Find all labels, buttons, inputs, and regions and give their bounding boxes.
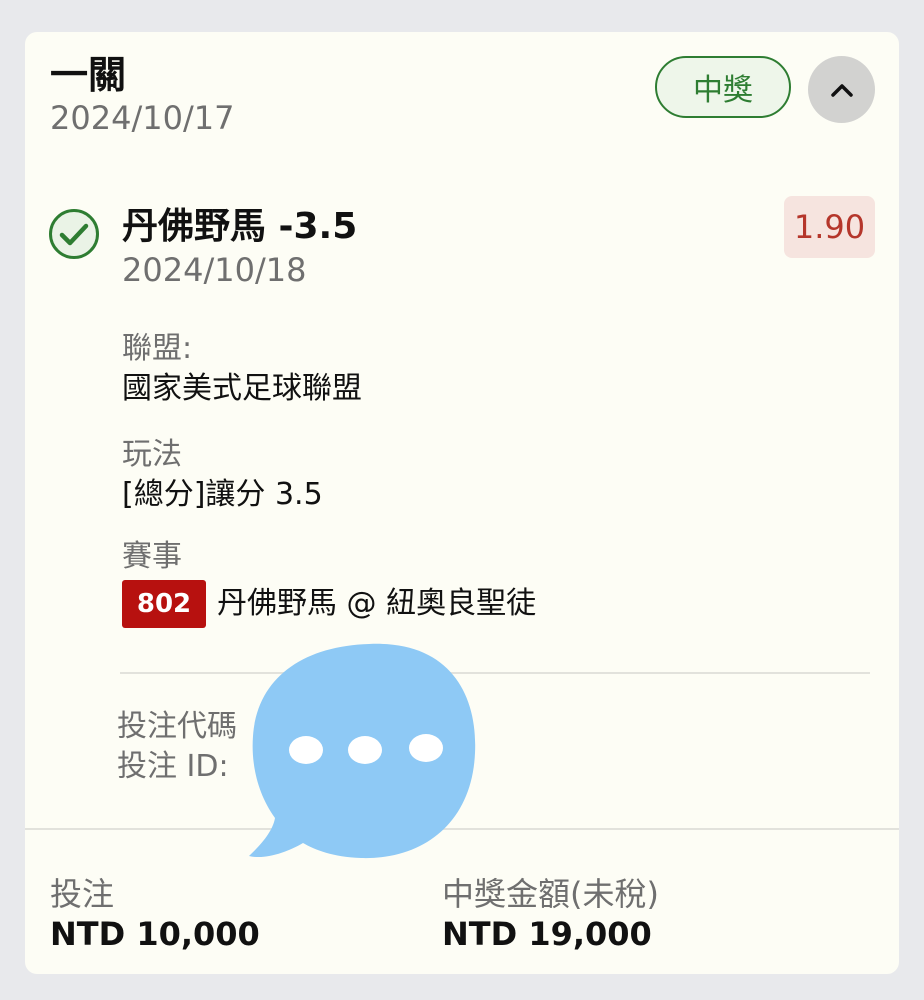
event-number-badge: 802 [122, 580, 206, 628]
event-value: 丹佛野馬 @ 紐奧良聖徒 [217, 586, 537, 621]
payout-value: NTD 19,000 [442, 915, 652, 953]
stake-value: NTD 10,000 [50, 915, 260, 953]
play-label: 玩法 [122, 437, 182, 472]
play-value: [總分]讓分 3.5 [122, 477, 323, 512]
status-badge: 中獎 [655, 56, 791, 118]
pick-date: 2024/10/18 [122, 251, 307, 289]
chat-bubble-icon [249, 643, 476, 859]
league-label: 聯盟: [122, 331, 193, 366]
pick-title: 丹佛野馬 -3.5 [122, 206, 358, 247]
divider [120, 672, 870, 674]
bet-slip-card: 一關 2024/10/17 中獎 丹佛野馬 -3.5 2024/10/18 1.… [25, 32, 899, 974]
bet-code-label: 投注代碼 [117, 709, 237, 744]
bet-type-title: 一關 [50, 53, 127, 97]
collapse-button[interactable] [808, 56, 875, 123]
stake-label: 投注 [50, 875, 115, 913]
check-circle-icon [49, 209, 99, 259]
payout-label: 中獎金額(未稅) [442, 875, 659, 913]
event-label: 賽事 [122, 539, 182, 574]
odds-badge: 1.90 [784, 196, 875, 258]
chevron-up-icon [830, 83, 853, 97]
bet-date: 2024/10/17 [50, 99, 235, 137]
league-value: 國家美式足球聯盟 [122, 371, 362, 406]
bet-id-label: 投注 ID: [117, 749, 229, 784]
